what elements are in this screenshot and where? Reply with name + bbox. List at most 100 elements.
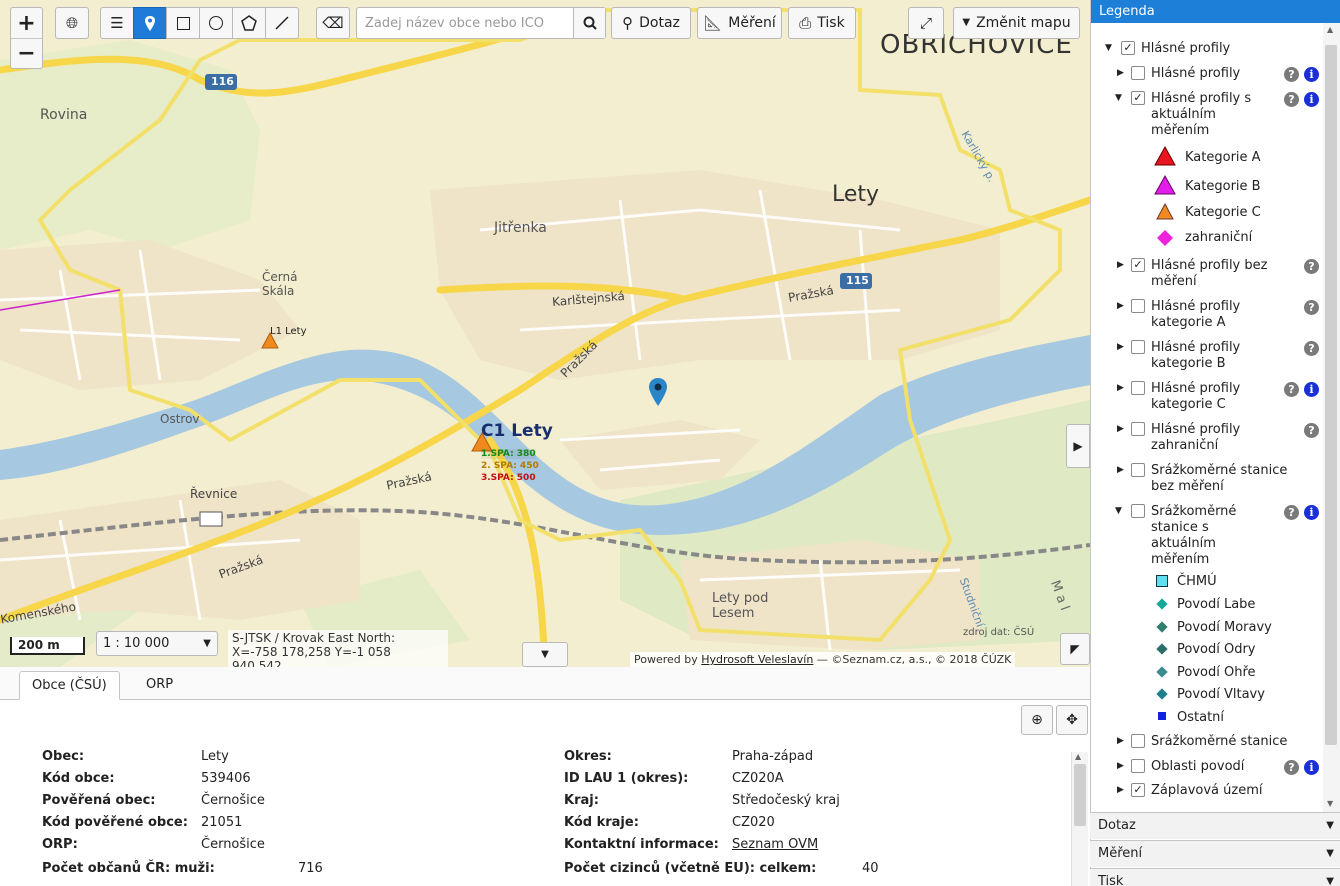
info-key: ID LAU 1 (okres): [564, 771, 689, 786]
query-button[interactable]: ⚲ Dotaz [611, 7, 691, 39]
checkbox-checked[interactable]: ✓ [1131, 258, 1145, 272]
expand-right-icon[interactable]: ▶ [1117, 383, 1124, 393]
map-canvas[interactable]: OBŘICHOVICE Lety Rovina Jitřenka Černá S… [0, 0, 1090, 667]
info-icon[interactable]: i [1304, 760, 1319, 775]
line-tool-button[interactable] [265, 7, 299, 39]
seznam-ovm-link[interactable]: Seznam OVM [732, 837, 818, 852]
odra-diamond-icon [1156, 643, 1168, 655]
expand-right-icon[interactable]: ▶ [1117, 342, 1124, 352]
checkbox-unchecked[interactable] [1131, 299, 1145, 313]
toggle-bottom-panel-button[interactable]: ▼ [522, 642, 568, 667]
checkbox-checked[interactable]: ✓ [1131, 783, 1145, 797]
info-key: Počet občanů ČR: muži: [42, 861, 215, 876]
category-c-triangle-icon [1156, 203, 1174, 220]
info-panel-scrollbar[interactable]: ▲ [1071, 752, 1088, 886]
legend-scrollbar-thumb[interactable] [1325, 45, 1337, 745]
expand-down-icon[interactable]: ▼ [1105, 43, 1112, 53]
panel-tools: ⊕ ✥ [1018, 705, 1088, 735]
road-shield-115: 115 [846, 274, 869, 287]
checkbox-unchecked[interactable] [1131, 463, 1145, 477]
expand-right-icon[interactable]: ▶ [1117, 68, 1124, 78]
expand-right-icon[interactable]: ▶ [1117, 465, 1124, 475]
expand-down-icon[interactable]: ▼ [1115, 506, 1122, 516]
info-icon[interactable]: i [1304, 67, 1319, 82]
tab-orp[interactable]: ORP [134, 671, 185, 700]
info-key: Kód kraje: [564, 815, 639, 830]
legend-tree: ▼ ✓ Hlásné profily ▶ Hlásné profily ? i … [1091, 23, 1340, 811]
scale-select[interactable]: 1 : 10 000 ▼ [96, 631, 218, 656]
help-icon[interactable]: ? [1284, 67, 1299, 82]
info-key: Kontaktní informace: [564, 837, 719, 852]
place-label-jitrenka: Jitřenka [494, 220, 547, 236]
zoom-to-feature-button[interactable]: ⊕ [1021, 705, 1053, 735]
zoom-out-button[interactable]: − [11, 38, 42, 68]
circle-tool-button[interactable] [199, 7, 233, 39]
checkbox-unchecked[interactable] [1131, 504, 1145, 518]
measure-button[interactable]: 📐︎ Měření [697, 7, 782, 39]
expand-right-icon[interactable]: ▶ [1117, 761, 1124, 771]
expand-right-icon[interactable]: ▶ [1117, 785, 1124, 795]
help-icon[interactable]: ? [1284, 92, 1299, 107]
coordinates-readout: S-JTSK / Krovak East North: X=-758 178,2… [228, 630, 448, 667]
info-icon[interactable]: i [1304, 505, 1319, 520]
info-icon[interactable]: i [1304, 382, 1319, 397]
tab-obce[interactable]: Obce (ČSÚ) [19, 671, 120, 700]
search-input[interactable] [357, 8, 573, 38]
expand-right-icon[interactable]: ▶ [1117, 260, 1124, 270]
scrollbar-thumb[interactable] [1074, 764, 1086, 826]
binoculars-icon: ⚲ [622, 13, 634, 32]
help-icon[interactable]: ? [1304, 259, 1319, 274]
help-icon[interactable]: ? [1284, 382, 1299, 397]
globe-button[interactable]: 🌐︎ [55, 7, 89, 39]
expand-right-icon[interactable]: ▶ [1117, 736, 1124, 746]
fullscreen-button[interactable]: ⤢ [908, 7, 944, 39]
caret-down-icon: ▼ [962, 17, 971, 28]
checkbox-unchecked[interactable] [1131, 66, 1145, 80]
corner-resize-button[interactable]: ◤ [1060, 633, 1090, 665]
search-button[interactable] [573, 8, 605, 38]
layers-menu-button[interactable]: ☰ [100, 7, 134, 39]
checkbox-checked[interactable]: ✓ [1131, 91, 1145, 105]
accordion-mereni[interactable]: Měření ▼ [1090, 840, 1340, 867]
checkbox-checked[interactable]: ✓ [1121, 41, 1135, 55]
legend-item-hp: Hlásné profily [1151, 66, 1241, 81]
legend-scrollbar[interactable]: ▲ ▼ [1323, 23, 1340, 813]
help-icon[interactable]: ? [1304, 300, 1319, 315]
expand-down-icon[interactable]: ▼ [1115, 93, 1122, 103]
checkbox-unchecked[interactable] [1131, 422, 1145, 436]
location-pin-icon[interactable] [648, 377, 668, 407]
chmu-square-icon [1156, 575, 1168, 587]
help-icon[interactable]: ? [1284, 760, 1299, 775]
arrow-corner-icon: ◤ [1070, 642, 1080, 656]
help-icon[interactable]: ? [1284, 505, 1299, 520]
checkbox-unchecked[interactable] [1131, 340, 1145, 354]
place-label-revnice: Řevnice [190, 487, 238, 501]
help-icon[interactable]: ? [1304, 341, 1319, 356]
checkbox-unchecked[interactable] [1131, 381, 1145, 395]
printer-icon: ⎙ [799, 13, 812, 32]
accordion-tisk[interactable]: Tisk ▼ [1090, 868, 1340, 886]
checkbox-unchecked[interactable] [1131, 759, 1145, 773]
zoom-in-button[interactable]: + [11, 8, 42, 38]
eraser-button[interactable]: ⌫ [316, 7, 350, 39]
expand-right-icon[interactable]: ▶ [1117, 424, 1124, 434]
rectangle-tool-button[interactable] [166, 7, 200, 39]
attribution-link[interactable]: Hydrosoft Veleslavín [701, 653, 813, 666]
legend-item-morava: Povodí Moravy [1177, 620, 1272, 635]
polygon-icon [241, 15, 257, 31]
caret-down-icon: ▼ [1326, 876, 1334, 886]
polygon-tool-button[interactable] [232, 7, 266, 39]
checkbox-unchecked[interactable] [1131, 734, 1145, 748]
info-key: Kód obce: [42, 771, 115, 786]
legend-item-vltava: Povodí Vltavy [1177, 687, 1265, 702]
print-button[interactable]: ⎙ Tisk [788, 7, 856, 39]
change-map-button[interactable]: ▼ Změnit mapu [953, 7, 1080, 39]
pan-to-feature-button[interactable]: ✥ [1056, 705, 1088, 735]
accordion-dotaz[interactable]: Dotaz ▼ [1090, 812, 1340, 839]
info-value: 21051 [201, 815, 243, 830]
point-tool-button[interactable] [133, 7, 167, 39]
expand-right-icon[interactable]: ▶ [1117, 301, 1124, 311]
info-icon[interactable]: i [1304, 92, 1319, 107]
help-icon[interactable]: ? [1304, 423, 1319, 438]
toggle-legend-button[interactable]: ▶ [1066, 424, 1090, 468]
